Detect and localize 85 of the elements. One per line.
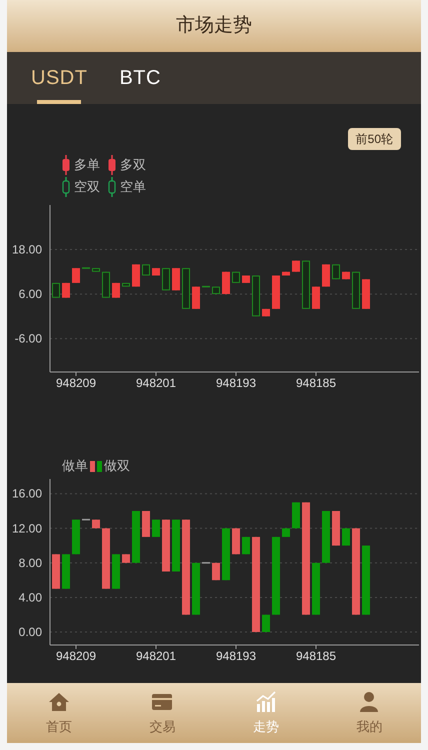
candle [292,502,300,529]
candle [302,260,310,310]
candle [172,268,180,291]
y-tick-label: 6.00 [18,287,42,302]
y-tick-label: 12.00 [12,521,42,536]
candle [172,519,180,572]
candle [52,554,60,590]
x-tick-label: 948209 [56,376,96,390]
candle [122,282,130,288]
candle [162,268,170,291]
nav-tab[interactable]: 首页 [7,683,110,743]
legend-label: 多双 [120,156,146,174]
candle [312,286,320,310]
candle [342,271,350,280]
candle [212,562,220,581]
legend-label: 多单 [74,156,100,174]
candle [62,282,70,298]
candle [292,260,300,272]
y-tick-label: 18.00 [12,242,42,257]
candle [282,528,290,538]
x-tick-label: 948201 [136,649,176,663]
candle [242,275,250,284]
candle [262,308,270,317]
candle [252,275,260,317]
candle [112,282,120,298]
candle [142,264,150,276]
legend-label: 空双 [74,178,100,196]
candle [142,510,150,538]
candle [332,264,340,280]
candle [312,562,320,616]
nav-tab[interactable]: 我的 [318,683,421,743]
candle [132,264,140,288]
candle [192,286,200,310]
candle [192,562,200,616]
x-tick-label: 948201 [136,376,176,390]
candle [152,268,160,276]
candle [152,519,160,538]
candle [62,554,70,590]
page-title: 市场走势 [176,14,252,38]
range-button[interactable]: 前50轮 [348,128,401,150]
y-tick-label: 8.00 [18,556,42,570]
x-tick-label: 948193 [216,649,256,663]
candle [232,271,240,284]
legend-label: 做双 [104,457,130,476]
candle [282,271,290,276]
candle [112,554,120,590]
candle [72,519,80,555]
candle [212,286,220,295]
legend-label: 空单 [120,178,146,196]
candle [262,614,270,633]
candle [242,536,250,555]
candle [362,278,370,310]
candle [92,268,100,272]
candle [122,554,130,564]
candle [332,510,340,546]
tab[interactable]: BTC [117,52,163,104]
candle [322,264,330,288]
x-tick-label: 948185 [296,376,336,390]
y-tick-label: 0.00 [18,625,42,640]
candle [132,510,140,564]
candle [222,271,230,295]
x-tick-label: 948209 [56,649,96,663]
y-tick-label: 16.00 [12,486,42,501]
candle [182,268,190,310]
candle [72,268,80,284]
candle [102,528,110,590]
candle [272,275,280,310]
candle [222,528,230,581]
nav-tab[interactable]: 走势 [214,683,318,743]
y-tick-label: 4.00 [18,590,42,604]
y-tick-label: -6.00 [14,332,42,346]
candle [162,519,170,572]
candle [352,271,360,310]
candle [102,271,110,298]
candle [232,528,240,555]
legend-label: 做单 [62,457,88,476]
candle [322,510,330,564]
tab[interactable]: USDT [29,52,90,104]
candle [52,282,60,298]
candle [362,545,370,616]
x-tick-label: 948193 [216,376,256,390]
candle [342,528,350,546]
candle [92,519,100,529]
nav-tab[interactable]: 交易 [110,683,214,743]
x-tick-label: 948185 [296,649,336,663]
